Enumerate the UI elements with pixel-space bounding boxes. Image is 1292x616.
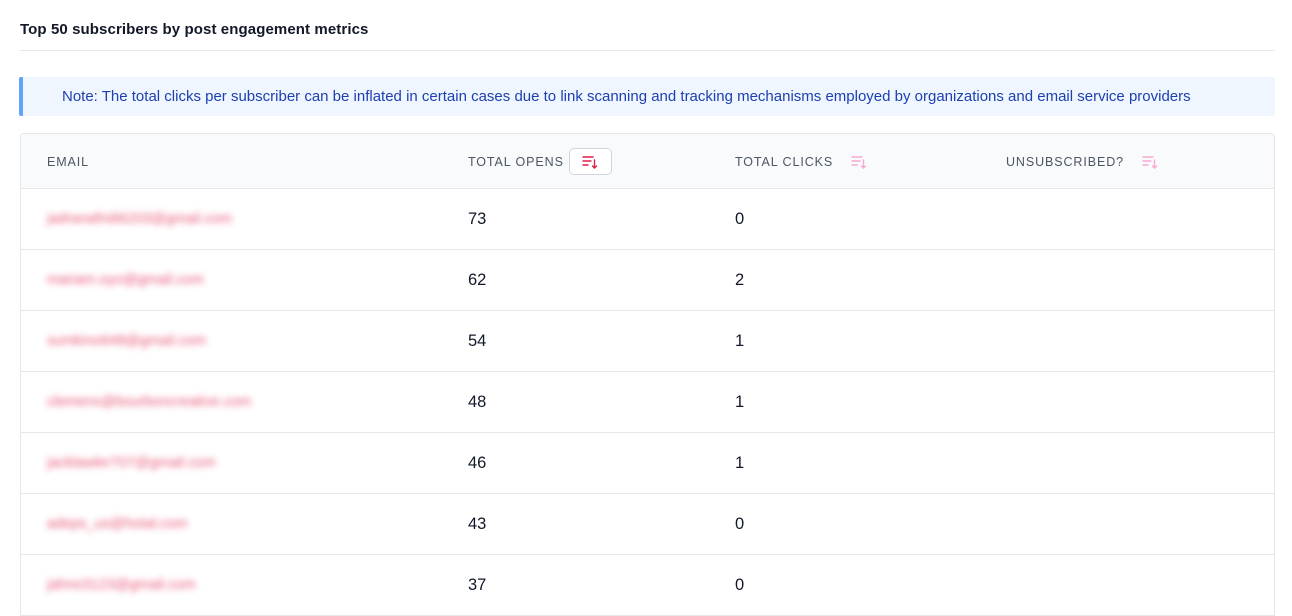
table-row: jadranafridi6203@gmail.com 73 0 xyxy=(21,189,1274,250)
column-header-clicks-label: TOTAL CLICKS xyxy=(735,154,834,169)
subscribers-table: EMAIL TOTAL OPENS TOTAL CLICKS UNSUBSCRI… xyxy=(20,133,1275,616)
column-header-email: EMAIL xyxy=(47,134,89,189)
column-header-email-label: EMAIL xyxy=(47,154,90,169)
title-divider xyxy=(20,50,1275,51)
table-row: adeps_us@hotal.com 43 0 xyxy=(21,494,1274,555)
engagement-page: Top 50 subscribers by post engagement me… xyxy=(0,0,1292,616)
table-row: jacklawler707@gmail.com 46 1 xyxy=(21,433,1274,494)
sort-unsubscribed-button[interactable] xyxy=(1140,152,1160,172)
total-opens-value: 54 xyxy=(468,331,487,350)
note-text: Note: The total clicks per subscriber ca… xyxy=(62,88,1191,105)
sort-clicks-button[interactable] xyxy=(849,152,869,172)
total-clicks-value: 0 xyxy=(735,209,745,228)
section-title: Top 50 subscribers by post engagement me… xyxy=(20,21,369,38)
total-opens-value: 62 xyxy=(468,270,487,289)
sort-opens-button[interactable] xyxy=(568,148,612,175)
table-row: sumkino648@gmail.com 54 1 xyxy=(21,311,1274,372)
note-banner: Note: The total clicks per subscriber ca… xyxy=(19,77,1275,116)
total-opens-value: 73 xyxy=(468,209,487,228)
subscriber-email-link[interactable]: mariam.oyo@gmail.com xyxy=(47,250,204,310)
sort-descending-icon xyxy=(582,155,598,169)
subscriber-email-link[interactable]: sumkino648@gmail.com xyxy=(47,311,206,371)
total-clicks-value: 1 xyxy=(735,331,745,350)
sort-descending-icon xyxy=(851,155,867,169)
subscriber-email-link[interactable]: clemens@bourboncreative.com xyxy=(47,372,251,432)
total-clicks-value: 0 xyxy=(735,514,745,533)
total-clicks-value: 1 xyxy=(735,392,745,411)
subscriber-email-link[interactable]: jadranafridi6203@gmail.com xyxy=(47,189,232,249)
total-clicks-value: 1 xyxy=(735,453,745,472)
column-header-clicks: TOTAL CLICKS xyxy=(735,134,869,189)
total-opens-value: 43 xyxy=(468,514,487,533)
subscriber-email-link[interactable]: adeps_us@hotal.com xyxy=(47,494,187,554)
column-header-unsubscribed-label: UNSUBSCRIBED? xyxy=(1006,154,1124,169)
subscriber-email-link[interactable]: jahno3123@gmail.com xyxy=(47,555,196,615)
table-body: jadranafridi6203@gmail.com 73 0 mariam.o… xyxy=(21,189,1274,616)
sort-descending-icon xyxy=(1142,155,1158,169)
table-row: clemens@bourboncreative.com 48 1 xyxy=(21,372,1274,433)
table-row: jahno3123@gmail.com 37 0 xyxy=(21,555,1274,616)
column-header-unsubscribed: UNSUBSCRIBED? xyxy=(1006,134,1160,189)
total-clicks-value: 0 xyxy=(735,575,745,594)
subscriber-email-link[interactable]: jacklawler707@gmail.com xyxy=(47,433,216,493)
table-row: mariam.oyo@gmail.com 62 2 xyxy=(21,250,1274,311)
table-header: EMAIL TOTAL OPENS TOTAL CLICKS UNSUBSCRI… xyxy=(21,134,1274,189)
total-opens-value: 48 xyxy=(468,392,487,411)
total-clicks-value: 2 xyxy=(735,270,745,289)
total-opens-value: 37 xyxy=(468,575,487,594)
column-header-opens-label: TOTAL OPENS xyxy=(468,154,564,169)
column-header-opens: TOTAL OPENS xyxy=(468,134,612,189)
total-opens-value: 46 xyxy=(468,453,487,472)
